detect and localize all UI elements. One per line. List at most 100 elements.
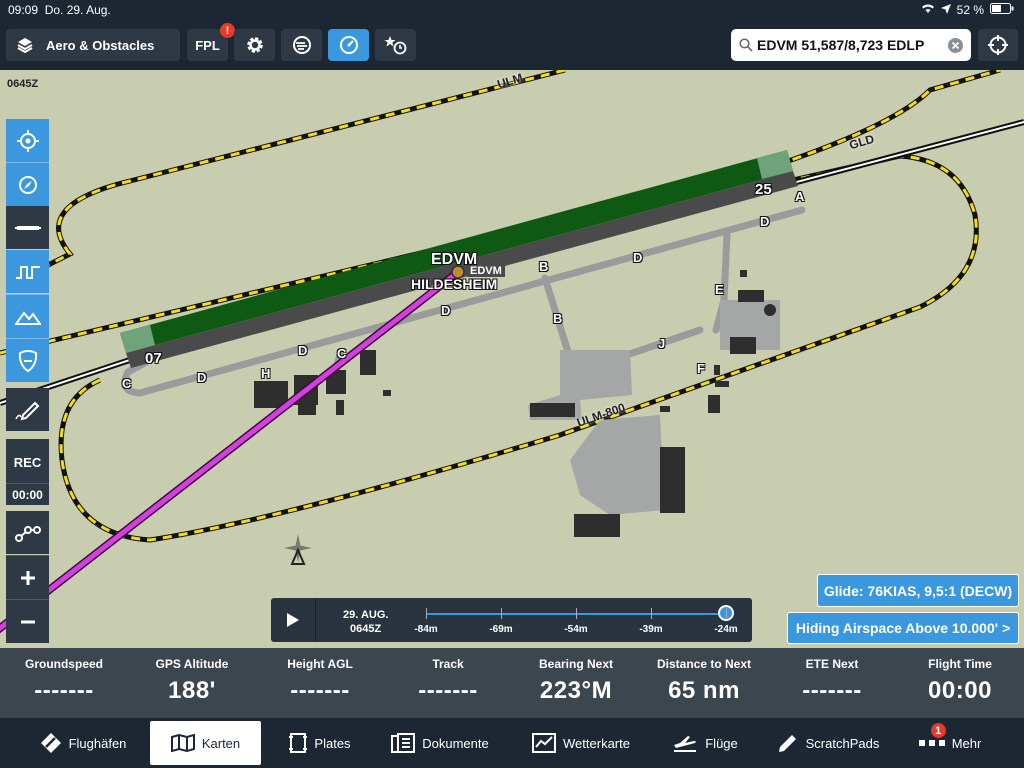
runway-view-button[interactable] [6,206,49,249]
play-button[interactable] [271,598,316,642]
route-edit-button[interactable] [6,511,49,554]
zoom-out-button[interactable] [6,599,49,643]
taxiway-label: A [795,189,805,204]
search-input[interactable]: EDVM 51,587/8,723 EDLP [757,37,940,53]
map-icon [170,734,195,752]
taxiway-label: D [441,303,451,318]
tab-karten[interactable]: Karten [150,721,261,765]
bottom-tab-bar: Flughäfen Karten Plates Dokumente Wetter… [0,718,1024,768]
gear-icon [245,35,265,55]
profile-view-button[interactable] [6,250,49,293]
hiding-airspace-label: Hiding Airspace Above 10.000' > [795,620,1011,636]
fpl-button[interactable]: FPL ! [187,23,235,61]
moving-map[interactable]: ULM GLD ULM-800 EDVM HILDESHEIM EDVM 07 … [0,70,1024,648]
taxiway-label: D [197,370,207,385]
layers-button[interactable]: Aero & Obstacles [6,29,180,61]
timeline-tick-label: -39m [639,624,663,635]
glide-info-button[interactable]: Glide: 76KIAS, 9,5:1 (DECW) [817,574,1019,607]
tab-flughaefen[interactable]: Flughäfen [20,721,146,765]
instrument-distance-next[interactable]: Distance to Next 65 nm [640,648,768,718]
record-timer: 00:00 [6,482,49,502]
instruments-gauge-button[interactable] [328,29,369,61]
weather-map-icon [532,733,557,753]
instrument-panel: Groundspeed ------- GPS Altitude 188' He… [0,648,1024,718]
tab-mehr[interactable]: 1 Mehr [910,721,990,765]
battery-percent: 52 % [956,3,984,17]
instrument-value: ------- [290,677,350,704]
layers-label: Aero & Obstacles [46,37,155,53]
crosshair-icon [987,34,1009,56]
timeline-tick-label: -24m [714,624,738,635]
top-toolbar: 09:09 Do. 29. Aug. 52 % Aero & Obstacles… [0,0,1024,70]
more-icon: 1 [918,723,946,748]
wifi-icon [921,3,935,17]
hiding-airspace-button[interactable]: Hiding Airspace Above 10.000' > [787,612,1019,644]
timeline-tick-label: -54m [564,624,588,635]
wind-globe-icon [292,35,312,55]
tab-dokumente[interactable]: Dokumente [380,721,500,765]
instrument-bearing-next[interactable]: Bearing Next 223°M [512,648,640,718]
weather-layer-button[interactable] [281,29,322,61]
instrument-label: Height AGL [287,657,353,671]
draw-button[interactable] [6,388,49,431]
fpl-alert-badge: ! [220,23,235,38]
instrument-groundspeed[interactable]: Groundspeed ------- [0,648,128,718]
battery-icon [990,3,1014,17]
search-field[interactable]: EDVM 51,587/8,723 EDLP [731,29,971,61]
taxiway-label: C [122,376,132,391]
favorites-recent-button[interactable] [375,29,416,61]
recenter-location-button[interactable] [978,29,1018,61]
timeline-tick [501,608,502,619]
tab-label: Karten [201,735,241,751]
pencil-icon [14,399,41,421]
record-track-button[interactable]: REC 00:00 [6,439,49,505]
timeline-tick [426,608,427,619]
taxiway-label: B [553,311,563,326]
instrument-height-agl[interactable]: Height AGL ------- [256,648,384,718]
taxiway-label: C [337,346,347,361]
runway-end-label-25: 25 [755,181,772,198]
track-up-button[interactable] [6,119,49,162]
instrument-label: Flight Time [928,657,992,671]
highway-button[interactable] [6,338,49,382]
search-icon [739,38,753,52]
play-icon [286,612,300,628]
taxiway-label: E [715,282,724,297]
weather-timeline: 29. AUG. 0645Z -84m -69m -54m -39m -24m [271,598,752,642]
flights-icon [672,733,698,753]
taxiway-label: J [658,336,666,351]
shield-icon [17,349,39,373]
taxiway-label: H [261,366,271,381]
heading-up-button[interactable] [6,162,49,206]
airport-name-label[interactable]: HILDESHEIM [411,276,497,292]
tab-fluege[interactable]: Flüge [660,721,750,765]
instrument-track[interactable]: Track ------- [384,648,512,718]
taxiway-label: B [539,259,549,274]
taxiway-label: D [760,214,770,229]
instrument-label: GPS Altitude [155,657,229,671]
airport-icon [40,732,62,754]
timeline-time: 0645Z [350,623,382,635]
zoom-in-button[interactable] [6,555,49,599]
star-clock-icon [384,35,408,55]
settings-button[interactable] [234,29,275,61]
location-target-icon [16,129,40,153]
instrument-ete-next[interactable]: ETE Next ------- [768,648,896,718]
tab-wetterkarte[interactable]: Wetterkarte [518,721,644,765]
clear-search-icon[interactable] [948,37,963,53]
status-time-date: 09:09 Do. 29. Aug. [8,3,111,17]
taxiway-label: F [697,361,705,376]
compass-icon [17,174,39,196]
tab-scratchpads[interactable]: ScratchPads [768,721,888,765]
instrument-value: ------- [34,677,94,704]
terrain-button[interactable] [6,294,49,338]
tab-plates[interactable]: Plates [270,721,370,765]
airport-marker-label: EDVM [467,265,505,277]
pencil-icon [777,732,799,754]
instrument-gps-altitude[interactable]: GPS Altitude 188' [128,648,256,718]
tab-label: Dokumente [422,735,489,751]
documents-icon [391,733,416,753]
timeline-date: 29. AUG. [343,609,389,621]
instrument-flight-time[interactable]: Flight Time 00:00 [896,648,1024,718]
timeline-tick-label: -69m [489,624,513,635]
